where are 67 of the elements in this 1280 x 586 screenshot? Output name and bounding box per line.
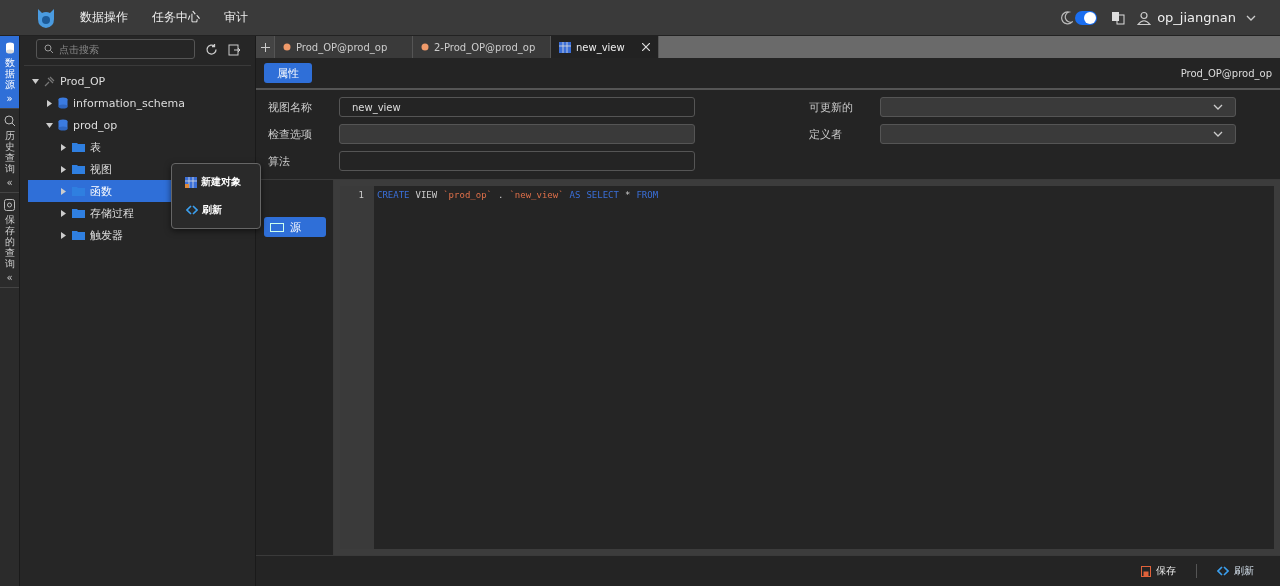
close-icon[interactable] bbox=[642, 43, 650, 51]
side-tab[interactable]: 保存的查询 « bbox=[0, 193, 19, 288]
code-editor[interactable]: 1 CREATE VIEW `prod_op` . `new_view` AS SELECT * FROM bbox=[334, 180, 1280, 555]
tree-item[interactable]: 表 bbox=[28, 136, 255, 158]
dropdown-field[interactable] bbox=[880, 124, 1236, 144]
save-icon bbox=[1141, 565, 1151, 577]
tree-item[interactable]: prod_op bbox=[28, 114, 255, 136]
dot-icon bbox=[283, 42, 291, 52]
add-tab-icon[interactable] bbox=[260, 42, 270, 52]
menu-item[interactable]: 数据操作 bbox=[80, 9, 128, 26]
database-icon bbox=[58, 119, 68, 131]
chevron-down-icon bbox=[1213, 131, 1223, 137]
grid-icon bbox=[185, 176, 197, 188]
caret-right-icon[interactable] bbox=[47, 99, 52, 107]
dot-icon bbox=[421, 42, 429, 52]
folder-icon bbox=[72, 164, 85, 174]
database-icon bbox=[4, 42, 15, 54]
connection-label: Prod_OP@prod_op bbox=[1180, 67, 1272, 79]
field-label: 检查选项 bbox=[268, 126, 313, 142]
field-label: 可更新的 bbox=[809, 99, 854, 115]
caret-down-icon[interactable] bbox=[46, 122, 53, 128]
input-field[interactable] bbox=[339, 151, 695, 171]
input-field[interactable]: new_view bbox=[339, 97, 695, 117]
caret-right-icon[interactable] bbox=[61, 165, 66, 173]
history-search-icon bbox=[3, 115, 16, 127]
translate-icon[interactable] bbox=[1111, 10, 1126, 25]
tab[interactable]: new_view bbox=[551, 36, 659, 58]
side-tab[interactable]: 数据源 » bbox=[0, 36, 19, 109]
caret-right-icon[interactable] bbox=[61, 231, 66, 239]
save-button[interactable]: 保存 bbox=[1135, 563, 1182, 579]
code-line: CREATE VIEW `prod_op` . `new_view` AS SELECT * FROM bbox=[377, 190, 660, 200]
tree-item[interactable]: information_schema bbox=[28, 92, 255, 114]
search-field[interactable]: 点击搜索 bbox=[36, 39, 195, 59]
field-label: 视图名称 bbox=[268, 99, 313, 115]
folder-icon bbox=[72, 208, 85, 218]
cat-logo-icon bbox=[36, 6, 56, 29]
menu-item[interactable]: 审计 bbox=[224, 9, 248, 26]
folder-icon bbox=[72, 230, 85, 240]
line-number: 1 bbox=[357, 190, 364, 200]
field-label: 算法 bbox=[268, 153, 291, 169]
caret-right-icon[interactable] bbox=[61, 209, 66, 217]
chevron-down-icon bbox=[1213, 104, 1223, 110]
tab[interactable]: 2-Prod_OP@prod_op bbox=[413, 36, 551, 58]
database-icon bbox=[58, 97, 68, 109]
properties-button[interactable]: 属性 bbox=[264, 63, 312, 83]
source-icon bbox=[270, 222, 284, 232]
user-icon bbox=[1137, 10, 1152, 25]
tree-item[interactable]: Prod_OP bbox=[28, 70, 255, 92]
plug-icon bbox=[44, 75, 55, 87]
grid-icon bbox=[559, 41, 571, 53]
tree-item[interactable]: 触发器 bbox=[28, 224, 255, 246]
tab[interactable]: Prod_OP@prod_op bbox=[275, 36, 413, 58]
export-icon[interactable] bbox=[228, 42, 241, 56]
dark-mode-toggle[interactable] bbox=[1075, 10, 1098, 25]
folder-icon bbox=[72, 142, 85, 152]
chevron-down-icon bbox=[1246, 14, 1256, 21]
dropdown-field[interactable] bbox=[880, 97, 1236, 117]
side-tab[interactable]: 历史查询 « bbox=[0, 109, 19, 193]
caret-down-icon[interactable] bbox=[32, 78, 39, 84]
field-label: 定义者 bbox=[809, 126, 843, 142]
source-button[interactable]: 源 bbox=[264, 217, 326, 237]
caret-right-icon[interactable] bbox=[61, 143, 66, 151]
moon-icon bbox=[1061, 10, 1074, 25]
saved-query-icon bbox=[4, 199, 15, 211]
user-name[interactable]: op_jiangnan bbox=[1157, 10, 1236, 25]
menu-item[interactable]: 任务中心 bbox=[152, 9, 200, 26]
refresh-button[interactable]: 刷新 bbox=[1211, 563, 1260, 579]
